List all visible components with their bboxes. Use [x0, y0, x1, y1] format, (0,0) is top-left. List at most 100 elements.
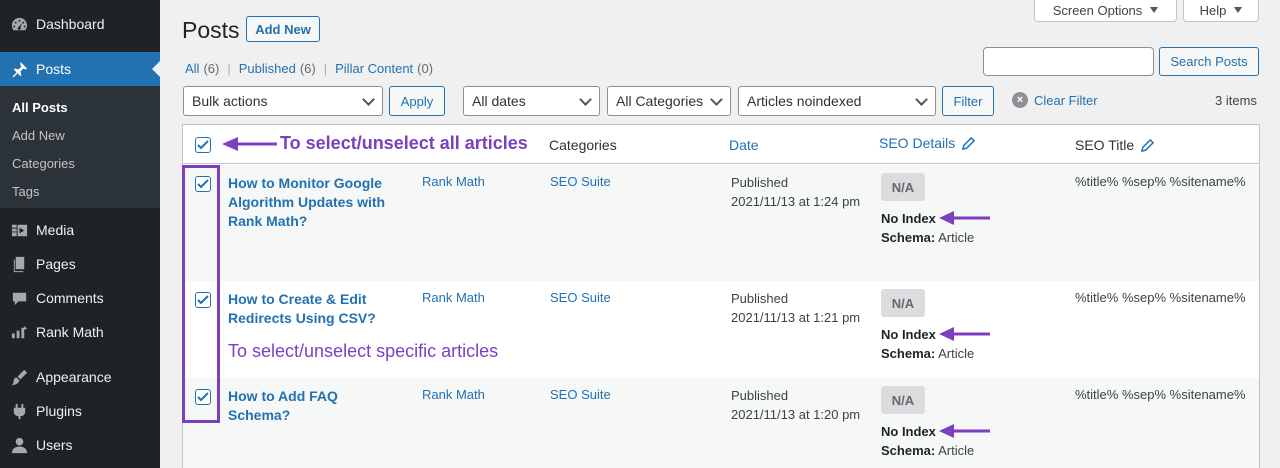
categories-select[interactable]: All Categories: [607, 86, 731, 116]
sidebar-item-comments[interactable]: Comments: [0, 281, 160, 315]
robots-label: No Index: [881, 211, 936, 226]
view-pillar-link[interactable]: Pillar Content: [335, 61, 413, 76]
robots-label: No Index: [881, 327, 936, 342]
help-label: Help: [1199, 2, 1227, 18]
view-published-count: (6): [299, 61, 316, 76]
column-header-seo-title: SEO Title: [1075, 137, 1155, 153]
dates-value: All dates: [472, 93, 526, 109]
submenu-tags[interactable]: Tags: [12, 184, 39, 199]
post-date: 2021/11/13 at 1:20 pm: [731, 407, 861, 422]
sidebar-item-pages[interactable]: Pages: [0, 247, 160, 281]
categories-value: All Categories: [616, 93, 704, 109]
post-status-views: All (6) | Published (6) | Pillar Content…: [185, 61, 433, 76]
schema-label: Schema:: [881, 230, 936, 245]
plug-icon: [0, 402, 36, 421]
sidebar-item-label: Dashboard: [36, 16, 105, 32]
apply-button[interactable]: Apply: [389, 86, 445, 116]
post-status: Published: [731, 388, 789, 403]
author-link[interactable]: Rank Math: [422, 290, 485, 305]
schema-label: Schema:: [881, 443, 936, 458]
search-posts-button[interactable]: Search Posts: [1159, 47, 1259, 76]
sidebar-item-label: Appearance: [36, 369, 112, 385]
seo-details-label: SEO Details: [879, 135, 956, 151]
author-link[interactable]: Rank Math: [422, 174, 485, 189]
post-title-link[interactable]: How to Add FAQ Schema?: [228, 387, 358, 425]
view-separator: |: [227, 61, 231, 76]
schema-info: Schema: Article: [881, 443, 974, 458]
column-header-categories: Categories: [549, 137, 617, 153]
post-date: 2021/11/13 at 1:24 pm: [731, 194, 861, 209]
annotation-select-specific: To select/unselect specific articles: [228, 341, 499, 361]
bulk-actions-value: Bulk actions: [192, 93, 268, 109]
caret-down-icon: [1234, 7, 1243, 13]
clear-filter-label: Clear Filter: [1034, 92, 1098, 108]
sidebar-item-rank-math[interactable]: Rank Math: [0, 315, 160, 349]
sidebar-item-plugins[interactable]: Plugins: [0, 394, 160, 428]
caret-down-icon: [1150, 7, 1159, 13]
sidebar-item-label: Plugins: [36, 403, 82, 419]
filter-button[interactable]: Filter: [942, 86, 994, 116]
sidebar-item-posts[interactable]: Posts: [0, 52, 160, 86]
sidebar-item-label: Media: [36, 222, 75, 238]
schema-label: Schema:: [881, 346, 936, 361]
checkbox-column-highlight: [182, 165, 220, 423]
sidebar-item-media[interactable]: Media: [0, 213, 160, 247]
bulk-actions-select[interactable]: Bulk actions: [183, 86, 383, 116]
chevron-down-icon: [710, 93, 723, 106]
submenu-all-posts[interactable]: All Posts: [12, 100, 68, 115]
post-title-link[interactable]: How to Create & Edit Redirects Using CSV…: [228, 290, 388, 328]
date-cell: Published 2021/11/13 at 1:21 pm: [731, 289, 871, 327]
category-link[interactable]: SEO Suite: [550, 290, 611, 305]
sidebar-item-dashboard[interactable]: Dashboard: [0, 7, 160, 41]
select-all-checkbox[interactable]: [195, 137, 211, 153]
page-title: Posts: [182, 17, 240, 43]
seo-score-badge: N/A: [881, 386, 925, 414]
schema-value: Article: [938, 443, 975, 458]
clear-filter-link[interactable]: × Clear Filter: [1012, 92, 1098, 108]
add-new-button[interactable]: Add New: [246, 16, 320, 42]
post-title-link[interactable]: How to Monitor Google Algorithm Updates …: [228, 174, 408, 231]
close-icon: ×: [1012, 92, 1028, 108]
view-separator: |: [323, 61, 328, 76]
annotation-arrow-left-icon: [939, 327, 990, 341]
robots-status: No Index: [881, 327, 936, 342]
noindex-select[interactable]: Articles noindexed: [738, 86, 936, 116]
seo-score-badge: N/A: [881, 173, 925, 201]
view-published-link[interactable]: Published: [239, 61, 296, 76]
category-link[interactable]: SEO Suite: [550, 174, 611, 189]
schema-info: Schema: Article: [881, 346, 974, 361]
sidebar-item-appearance[interactable]: Appearance: [0, 360, 160, 394]
pages-icon: [0, 255, 36, 274]
column-header-date[interactable]: Date: [729, 137, 759, 153]
submenu-categories[interactable]: Categories: [12, 156, 75, 171]
robots-status: No Index: [881, 424, 936, 439]
chevron-down-icon: [915, 93, 928, 106]
screen-options-button[interactable]: Screen Options: [1034, 0, 1177, 22]
category-link[interactable]: SEO Suite: [550, 387, 611, 402]
submenu-add-new[interactable]: Add New: [12, 128, 65, 143]
sidebar-item-label: Rank Math: [36, 324, 104, 340]
annotation-arrow-left-icon: [939, 424, 990, 438]
table-row: How to Add FAQ Schema? Rank Math SEO Sui…: [183, 378, 1259, 468]
sidebar-item-label: Posts: [36, 61, 72, 77]
view-all-link[interactable]: All: [185, 61, 199, 76]
dates-select[interactable]: All dates: [463, 86, 600, 116]
author-link[interactable]: Rank Math: [422, 387, 485, 402]
pushpin-icon: [0, 60, 36, 79]
schema-value: Article: [938, 346, 975, 361]
table-row: How to Monitor Google Algorithm Updates …: [183, 165, 1259, 281]
chevron-down-icon: [579, 93, 592, 106]
search-input[interactable]: [983, 47, 1154, 76]
view-all-count: (6): [203, 61, 220, 76]
sidebar-item-users[interactable]: Users: [0, 428, 160, 462]
column-header-seo-details[interactable]: SEO Details: [879, 135, 976, 151]
pencil-icon[interactable]: [962, 136, 976, 150]
view-pillar-count: (0): [417, 61, 434, 76]
sidebar-item-label: Comments: [36, 290, 104, 306]
pencil-icon[interactable]: [1141, 138, 1155, 152]
items-count: 3 items: [1215, 93, 1257, 108]
checkmark-icon: [197, 140, 209, 150]
seo-score-badge: N/A: [881, 289, 925, 317]
help-button[interactable]: Help: [1183, 0, 1259, 22]
media-icon: [0, 221, 36, 240]
